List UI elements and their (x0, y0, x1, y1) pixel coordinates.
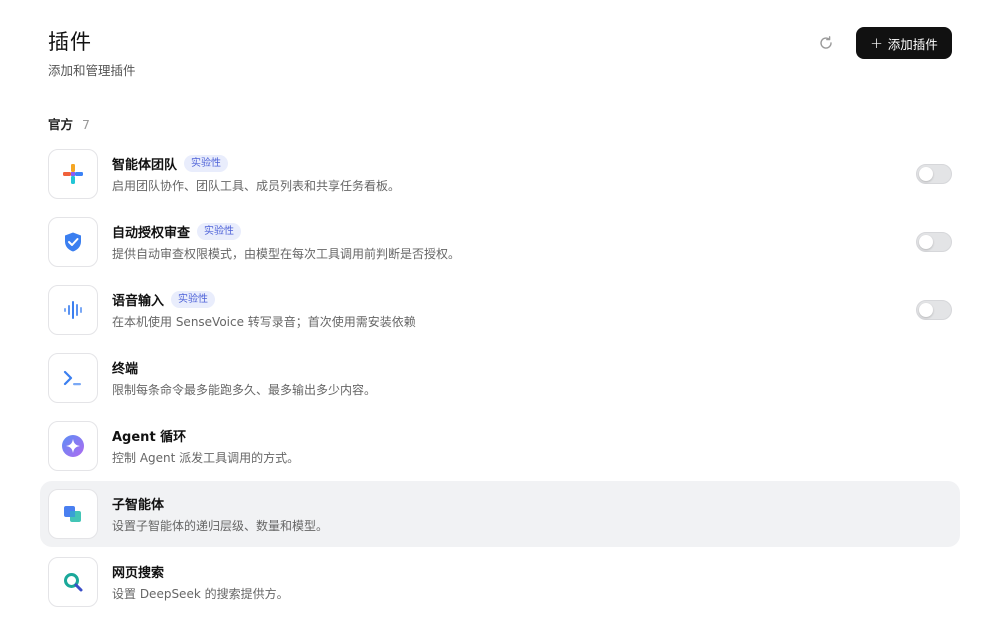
plugins-page: 插件 添加和管理插件 + 添加插件 官方 7 智能体团队 实验性 启用团队协作、… (0, 0, 984, 642)
plugin-description: 设置 DeepSeek 的搜索提供方。 (112, 587, 289, 601)
section-count: 7 (82, 117, 90, 132)
refresh-icon (820, 36, 832, 49)
plugin-row-auto-auth-review[interactable]: 自动授权审查 实验性 提供自动审查权限模式，由模型在每次工具调用前判断是否授权。 (40, 209, 960, 275)
plugin-title: 子智能体 (112, 497, 165, 513)
plus-icon: + (870, 33, 883, 52)
plugin-title: 自动授权审查 (112, 225, 191, 241)
plugin-title: Agent 循环 (112, 429, 187, 445)
experimental-badge: 实验性 (184, 154, 229, 172)
section-header-official: 官方 7 (48, 114, 90, 133)
plugin-row-web-search[interactable]: 网页搜索 设置 DeepSeek 的搜索提供方。 (40, 549, 960, 615)
plugin-title: 网页搜索 (112, 565, 165, 581)
plugin-title: 智能体团队 (112, 157, 178, 173)
plugin-description: 提供自动审查权限模式，由模型在每次工具调用前判断是否授权。 (112, 247, 461, 261)
waveform-icon (48, 285, 98, 335)
plugin-row-voice-input[interactable]: 语音输入 实验性 在本机使用 SenseVoice 转写录音；首次使用需安装依赖 (40, 277, 960, 343)
stacked-squares-icon (48, 489, 98, 539)
plugin-row-terminal[interactable]: 终端 限制每条命令最多能跑多久、最多输出多少内容。 (40, 345, 960, 411)
experimental-badge: 实验性 (171, 290, 216, 308)
plugin-row-subagent[interactable]: 子智能体 设置子智能体的递归层级、数量和模型。 (40, 481, 960, 547)
plugin-description: 控制 Agent 派发工具调用的方式。 (112, 451, 300, 465)
agent-team-toggle[interactable] (916, 164, 952, 184)
page-title: 插件 (48, 30, 92, 54)
auto-auth-review-toggle[interactable] (916, 232, 952, 252)
page-header: 插件 添加和管理插件 (48, 28, 136, 79)
voice-input-toggle[interactable] (916, 300, 952, 320)
refresh-button[interactable] (813, 30, 839, 56)
plugin-title: 终端 (112, 361, 139, 377)
page-subtitle: 添加和管理插件 (48, 63, 136, 78)
sparkle-icon (48, 421, 98, 471)
section-title: 官方 (48, 117, 74, 132)
plugin-description: 限制每条命令最多能跑多久、最多输出多少内容。 (112, 383, 377, 397)
shield-check-icon (48, 217, 98, 267)
search-icon (48, 557, 98, 607)
add-plugin-label: 添加插件 (887, 36, 938, 52)
plugin-description: 启用团队协作、团队工具、成员列表和共享任务看板。 (112, 179, 401, 193)
add-plugin-button[interactable]: + 添加插件 (856, 27, 952, 59)
team-puzzle-icon (48, 149, 98, 199)
plugin-row-agent-team[interactable]: 智能体团队 实验性 启用团队协作、团队工具、成员列表和共享任务看板。 (40, 141, 960, 207)
plugin-description: 设置子智能体的递归层级、数量和模型。 (112, 519, 329, 533)
plugin-description: 在本机使用 SenseVoice 转写录音；首次使用需安装依赖 (112, 315, 416, 329)
plugin-title: 语音输入 (112, 293, 165, 309)
plugin-row-agent-loop[interactable]: Agent 循环 控制 Agent 派发工具调用的方式。 (40, 413, 960, 479)
plugin-list: 智能体团队 实验性 启用团队协作、团队工具、成员列表和共享任务看板。 自动授权审… (40, 141, 960, 617)
experimental-badge: 实验性 (197, 222, 242, 240)
terminal-icon (48, 353, 98, 403)
